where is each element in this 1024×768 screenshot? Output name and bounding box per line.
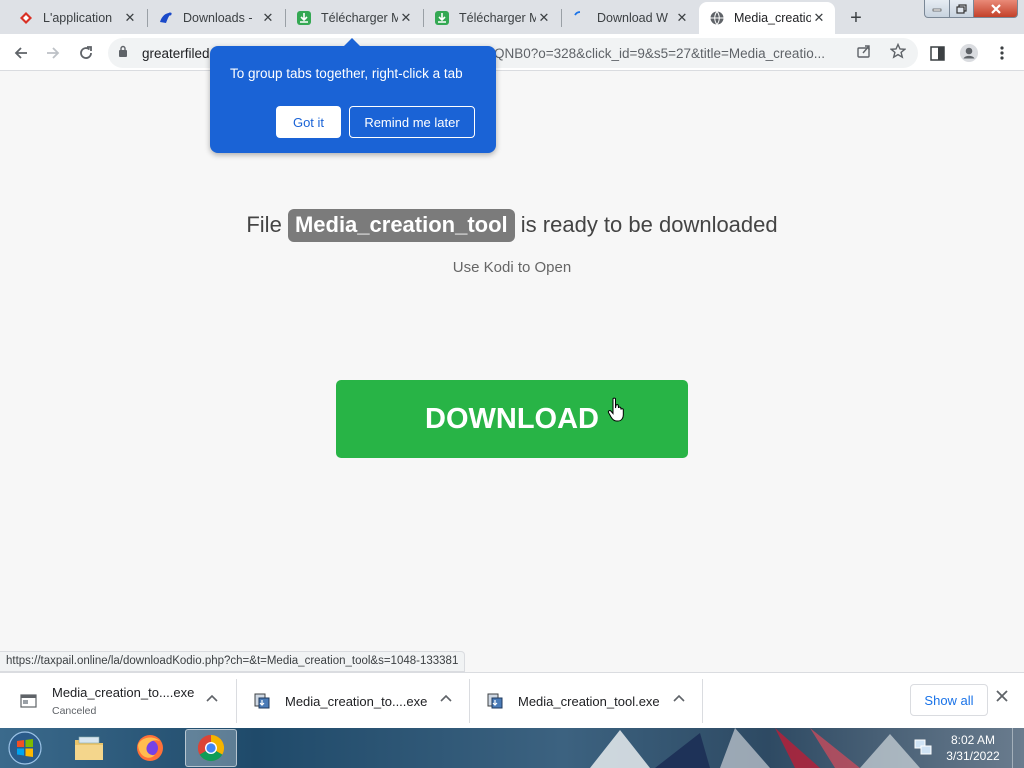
- taskbar: 8:02 AM 3/31/2022: [0, 728, 1024, 768]
- file-window-icon: [20, 694, 37, 708]
- download-filename: Media_creation_tool.exe: [518, 693, 660, 709]
- side-panel-icon: [929, 45, 945, 61]
- tab-close-icon[interactable]: ✕: [260, 10, 276, 26]
- chevron-up-icon[interactable]: [673, 691, 685, 705]
- installer-icon: [487, 693, 503, 709]
- shelf-separator: [702, 679, 703, 723]
- taskbar-explorer[interactable]: [63, 729, 115, 767]
- url-path: QNB0?o=328&click_id=9&s5=27&title=Media_…: [494, 46, 825, 61]
- taskbar-clock[interactable]: 8:02 AM 3/31/2022: [937, 732, 1009, 764]
- wallpaper-art: [590, 728, 920, 768]
- clock-time: 8:02 AM: [950, 733, 996, 747]
- chevron-up-icon[interactable]: [440, 691, 452, 705]
- headline-prefix: File: [246, 212, 282, 237]
- tab-strip: L'application ✕ Downloads - ✕ Télécharge…: [0, 0, 1024, 34]
- download-item[interactable]: Media_creation_to....exe: [253, 679, 433, 723]
- taskbar-firefox[interactable]: [124, 729, 176, 767]
- profile-button[interactable]: [956, 40, 982, 66]
- link-status-bubble: https://taxpail.online/la/downloadKodio.…: [0, 651, 466, 672]
- green-download-icon: [296, 10, 312, 26]
- headline-suffix: is ready to be downloaded: [520, 212, 778, 237]
- minimize-icon: [932, 8, 942, 11]
- download-item[interactable]: Media_creation_tool.exe: [486, 679, 666, 723]
- close-icon: [990, 3, 1001, 14]
- shelf-separator: [469, 679, 470, 723]
- minimize-button[interactable]: [924, 0, 950, 18]
- clock-date: 3/31/2022: [946, 749, 1000, 763]
- download-filename: Media_creation_to....exe: [285, 693, 428, 709]
- arrow-right-icon: [47, 47, 60, 59]
- page-subtitle: Use Kodi to Open: [452, 259, 572, 276]
- globe-icon: [709, 10, 725, 26]
- arrow-left-icon: [14, 47, 27, 59]
- remind-me-later-button[interactable]: Remind me later: [349, 106, 475, 138]
- tab-close-icon[interactable]: ✕: [811, 10, 827, 26]
- tab-group-tip: To group tabs together, right-click a ta…: [210, 38, 496, 153]
- chevron-up-icon[interactable]: [206, 691, 218, 705]
- tab-telecharger-1[interactable]: Télécharger M ✕: [286, 2, 422, 34]
- close-icon[interactable]: [996, 689, 1008, 707]
- download-filename: Media_creation_to....exe: [52, 685, 195, 700]
- filename-pill: Media_creation_tool: [287, 209, 515, 242]
- tab-media-creation[interactable]: Media_creatio ✕: [699, 2, 835, 34]
- tab-telecharger-2[interactable]: Télécharger M ✕: [424, 2, 560, 34]
- tip-text: To group tabs together, right-click a ta…: [230, 66, 463, 81]
- reload-button[interactable]: [73, 40, 99, 66]
- back-button[interactable]: [8, 40, 34, 66]
- tab-close-icon[interactable]: ✕: [536, 10, 552, 26]
- tab-application[interactable]: L'application ✕: [8, 2, 146, 34]
- new-tab-button[interactable]: +: [843, 6, 869, 30]
- download-status: Canceled: [52, 705, 97, 717]
- restore-button[interactable]: [949, 0, 974, 18]
- share-icon[interactable]: [856, 43, 872, 63]
- url-domain: greaterfiled: [142, 46, 210, 61]
- download-item[interactable]: Media_creation_to....exe Canceled: [20, 679, 230, 723]
- installer-icon: [254, 693, 270, 709]
- more-vert-icon: [1000, 46, 1004, 60]
- download-shelf: Media_creation_to....exe Canceled Media_…: [0, 672, 1024, 728]
- download-button[interactable]: DOWNLOAD: [336, 380, 688, 458]
- chrome-icon: [197, 734, 225, 762]
- side-panel-button[interactable]: [924, 40, 950, 66]
- loading-icon: [572, 10, 588, 26]
- reload-icon: [80, 46, 92, 59]
- show-desktop-button[interactable]: [1012, 728, 1024, 768]
- shelf-separator: [236, 679, 237, 723]
- account-icon: [960, 44, 978, 62]
- show-all-button[interactable]: Show all: [910, 684, 988, 716]
- forward-button[interactable]: [40, 40, 66, 66]
- restore-icon: [956, 3, 967, 14]
- taskbar-chrome[interactable]: [185, 729, 237, 767]
- windows-start-icon: [8, 731, 42, 765]
- page-headline: File Media_creation_tool is ready to be …: [0, 209, 1024, 242]
- got-it-button[interactable]: Got it: [276, 106, 341, 138]
- network-tray-icon[interactable]: [914, 738, 932, 756]
- firefox-icon: [137, 735, 163, 761]
- tab-close-icon[interactable]: ✕: [122, 10, 138, 26]
- lock-icon[interactable]: [118, 45, 128, 61]
- red-diamond-icon: [18, 10, 34, 26]
- window-close-button[interactable]: [973, 0, 1018, 18]
- start-button[interactable]: [4, 730, 46, 766]
- tab-close-icon[interactable]: ✕: [398, 10, 414, 26]
- star-icon[interactable]: [889, 42, 907, 63]
- hand-cursor-icon: [607, 397, 624, 422]
- green-download-icon: [434, 10, 450, 26]
- browser-toolbar: greaterfiled QNB0?o=328&click_id=9&s5=27…: [0, 34, 1024, 71]
- tab-downloads[interactable]: Downloads - ✕: [148, 2, 284, 34]
- blue-bird-icon: [158, 10, 174, 26]
- tip-arrow: [343, 38, 361, 47]
- tab-download-w[interactable]: Download W ✕: [562, 2, 698, 34]
- tab-close-icon[interactable]: ✕: [674, 10, 690, 26]
- folder-icon: [75, 736, 103, 760]
- menu-button[interactable]: [989, 40, 1015, 66]
